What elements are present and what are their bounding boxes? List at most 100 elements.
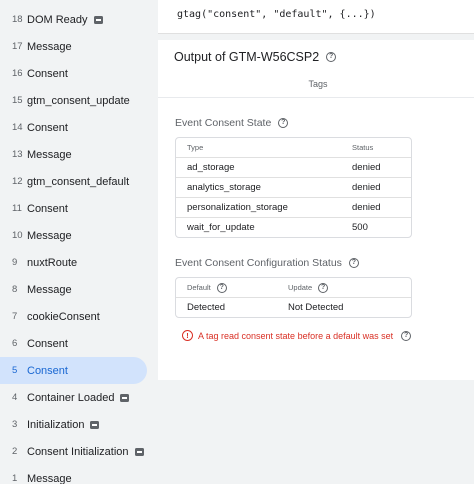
help-icon[interactable]: ? xyxy=(318,282,329,293)
consent-warning: ! A tag read consent state before a defa… xyxy=(182,330,412,341)
output-title-text: Output of GTM-W56CSP2 xyxy=(174,50,320,64)
gtag-code-snippet: gtag("consent", "default", {...}) xyxy=(177,9,376,20)
consent-type-cell: wait_for_update xyxy=(176,217,341,237)
event-consent-state-table: Type Status ad_storage denied analytics_… xyxy=(175,137,412,238)
consent-status-cell: denied xyxy=(341,197,411,217)
timeline-event[interactable]: 9 nuxtRoute xyxy=(0,249,147,276)
event-number: 1 xyxy=(12,473,18,484)
config-status-table: Default? Update? Detected Not Detected xyxy=(175,277,412,318)
consent-type-cell: ad_storage xyxy=(176,157,341,177)
event-number: 13 xyxy=(12,149,23,160)
tag-icon xyxy=(134,447,144,456)
event-name: Message xyxy=(27,472,72,484)
event-number: 16 xyxy=(12,68,23,79)
event-consent-state-heading: Event Consent State ? xyxy=(175,117,289,129)
timeline-event[interactable]: 8 Message xyxy=(0,276,147,303)
timeline-event[interactable]: 12 gtm_consent_default xyxy=(0,168,147,195)
event-name: gtm_consent_update xyxy=(27,94,130,107)
timeline-event[interactable]: 5 Consent xyxy=(0,357,147,384)
error-icon: ! xyxy=(182,330,193,341)
event-number: 17 xyxy=(12,41,23,52)
event-number: 15 xyxy=(12,95,23,106)
timeline-event[interactable]: 13 Message xyxy=(0,141,147,168)
tag-icon xyxy=(90,420,100,429)
default-status-cell: Detected xyxy=(176,297,277,317)
event-name: Consent xyxy=(27,337,68,350)
timeline-event[interactable]: 1 Message xyxy=(0,465,147,484)
tab-tags[interactable]: Tags xyxy=(158,79,474,89)
event-name: Message xyxy=(27,148,72,161)
consent-warning-text: A tag read consent state before a defaul… xyxy=(198,330,394,341)
column-header-default-label: Default xyxy=(187,283,211,292)
table-header-row: Default? Update? xyxy=(176,278,411,297)
event-name: Consent xyxy=(27,121,68,134)
event-name: Message xyxy=(27,40,72,53)
table-row: wait_for_update 500 xyxy=(176,217,411,237)
config-status-heading: Event Consent Configuration Status ? xyxy=(175,257,359,269)
event-number: 5 xyxy=(12,365,18,376)
timeline-event[interactable]: 15 gtm_consent_update xyxy=(0,87,147,114)
column-header-type: Type xyxy=(187,143,204,152)
help-icon[interactable]: ? xyxy=(348,258,359,268)
help-icon[interactable]: ? xyxy=(216,282,227,293)
event-name: cookieConsent xyxy=(27,310,100,323)
event-name: Initialization xyxy=(27,418,85,431)
help-icon[interactable]: ? xyxy=(326,52,337,62)
event-number: 3 xyxy=(12,419,18,430)
consent-status-cell: denied xyxy=(341,177,411,197)
consent-status-cell: denied xyxy=(341,157,411,177)
timeline-event[interactable]: 17 Message xyxy=(0,33,147,60)
event-name: nuxtRoute xyxy=(27,256,78,269)
event-name: Consent xyxy=(27,364,68,377)
consent-type-cell: analytics_storage xyxy=(176,177,341,197)
event-number: 12 xyxy=(12,176,23,187)
timeline-event[interactable]: 4 Container Loaded xyxy=(0,384,147,411)
tag-icon xyxy=(120,393,130,402)
timeline-event[interactable]: 3 Initialization xyxy=(0,411,147,438)
event-name: Message xyxy=(27,229,72,242)
event-name: Consent xyxy=(27,67,68,80)
timeline-event[interactable]: 6 Consent xyxy=(0,330,147,357)
consent-status-cell: 500 xyxy=(341,217,411,237)
timeline-event[interactable]: 7 cookieConsent xyxy=(0,303,147,330)
event-name: gtm_consent_default xyxy=(27,175,130,188)
event-number: 7 xyxy=(12,311,18,322)
tag-icon xyxy=(93,15,103,24)
table-row: personalization_storage denied xyxy=(176,197,411,217)
help-icon[interactable]: ? xyxy=(278,118,289,128)
output-card: Output of GTM-W56CSP2 ? Tags Event Conse… xyxy=(158,40,474,380)
timeline-event[interactable]: 10 Message xyxy=(0,222,147,249)
table-row: Detected Not Detected xyxy=(176,297,411,317)
event-number: 18 xyxy=(12,14,23,25)
event-number: 4 xyxy=(12,392,18,403)
table-header-row: Type Status xyxy=(176,138,411,157)
update-status-cell: Not Detected xyxy=(277,297,411,317)
table-row: ad_storage denied xyxy=(176,157,411,177)
timeline-event[interactable]: 14 Consent xyxy=(0,114,147,141)
main-panel: gtag("consent", "default", {...}) Output… xyxy=(152,0,474,484)
code-card: gtag("consent", "default", {...}) xyxy=(158,0,474,34)
event-name: Message xyxy=(27,283,72,296)
consent-type-cell: personalization_storage xyxy=(176,197,341,217)
event-name: DOM Ready xyxy=(27,13,88,26)
event-name: Container Loaded xyxy=(27,391,115,404)
event-number: 2 xyxy=(12,446,18,457)
event-consent-state-title: Event Consent State xyxy=(175,117,272,129)
event-number: 11 xyxy=(12,203,22,214)
event-timeline: 18 DOM Ready 17 Message 16 Consent 15 gtm_conse… xyxy=(0,0,152,484)
event-number: 9 xyxy=(12,257,18,268)
column-header-update-label: Update xyxy=(288,283,313,292)
help-icon[interactable]: ? xyxy=(401,330,412,341)
timeline-event[interactable]: 11 Consent xyxy=(0,195,147,222)
tab-divider xyxy=(158,97,474,98)
table-row: analytics_storage denied xyxy=(176,177,411,197)
timeline-event[interactable]: 2 Consent Initialization xyxy=(0,438,147,465)
event-number: 14 xyxy=(12,122,23,133)
event-name: Consent xyxy=(27,202,68,215)
timeline-event[interactable]: 18 DOM Ready xyxy=(0,6,147,33)
config-status-title: Event Consent Configuration Status xyxy=(175,257,342,269)
event-name: Consent Initialization xyxy=(27,445,129,458)
event-number: 10 xyxy=(12,230,23,241)
event-number: 8 xyxy=(12,284,18,295)
timeline-event[interactable]: 16 Consent xyxy=(0,60,147,87)
